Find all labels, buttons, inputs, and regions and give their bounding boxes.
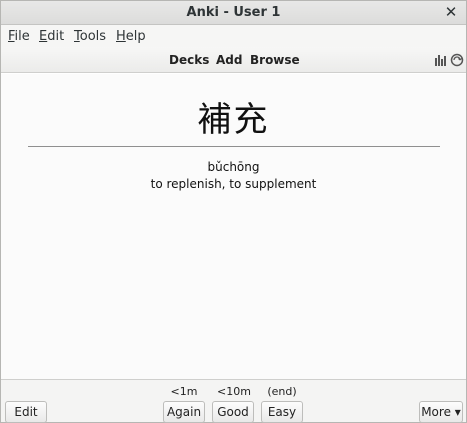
stats-icon[interactable]	[434, 53, 448, 67]
menu-tools-label: ools	[79, 29, 107, 44]
add-link[interactable]: Add	[216, 53, 242, 67]
decks-link[interactable]: Decks	[169, 53, 209, 67]
card-meaning: to replenish, to supplement	[150, 177, 317, 191]
again-button[interactable]: Again	[163, 401, 205, 423]
card-area: 補充 bǔchōng to replenish, to supplement	[1, 74, 466, 379]
menu-file[interactable]: File	[8, 29, 30, 44]
edit-button[interactable]: Edit	[5, 401, 47, 423]
good-interval: <10m	[217, 385, 251, 398]
menu-bar: File Edit Tools Help	[1, 25, 466, 47]
top-toolbar: Decks Add Browse	[1, 47, 466, 73]
close-icon[interactable]: ✕	[442, 3, 460, 21]
menu-edit[interactable]: Edit	[39, 29, 64, 44]
easy-button[interactable]: Easy	[261, 401, 303, 423]
window-title: Anki - User 1	[186, 5, 281, 20]
browse-link[interactable]: Browse	[250, 53, 300, 67]
more-button[interactable]: More ▾	[419, 401, 463, 423]
title-bar: Anki - User 1 ✕	[1, 1, 466, 25]
answer-divider	[28, 146, 440, 147]
card-pinyin: bǔchōng	[207, 160, 260, 174]
card-front-hanzi: 補充	[197, 100, 270, 140]
again-interval: <1m	[170, 385, 198, 398]
anki-window: Anki - User 1 ✕ File Edit Tools Help Dec…	[0, 0, 467, 423]
menu-edit-mnemonic: E	[39, 29, 48, 44]
menu-help-mnemonic: H	[116, 29, 126, 44]
answer-bar: <1m <10m (end) Edit Again Good Easy More…	[1, 379, 466, 423]
menu-help[interactable]: Help	[116, 29, 146, 44]
easy-interval: (end)	[267, 385, 297, 398]
sync-icon[interactable]	[450, 53, 464, 67]
menu-tools[interactable]: Tools	[74, 29, 106, 44]
menu-file-label: ile	[14, 29, 30, 44]
menu-help-label: elp	[125, 29, 146, 44]
menu-edit-label: dit	[47, 29, 65, 44]
good-button[interactable]: Good	[212, 401, 254, 423]
